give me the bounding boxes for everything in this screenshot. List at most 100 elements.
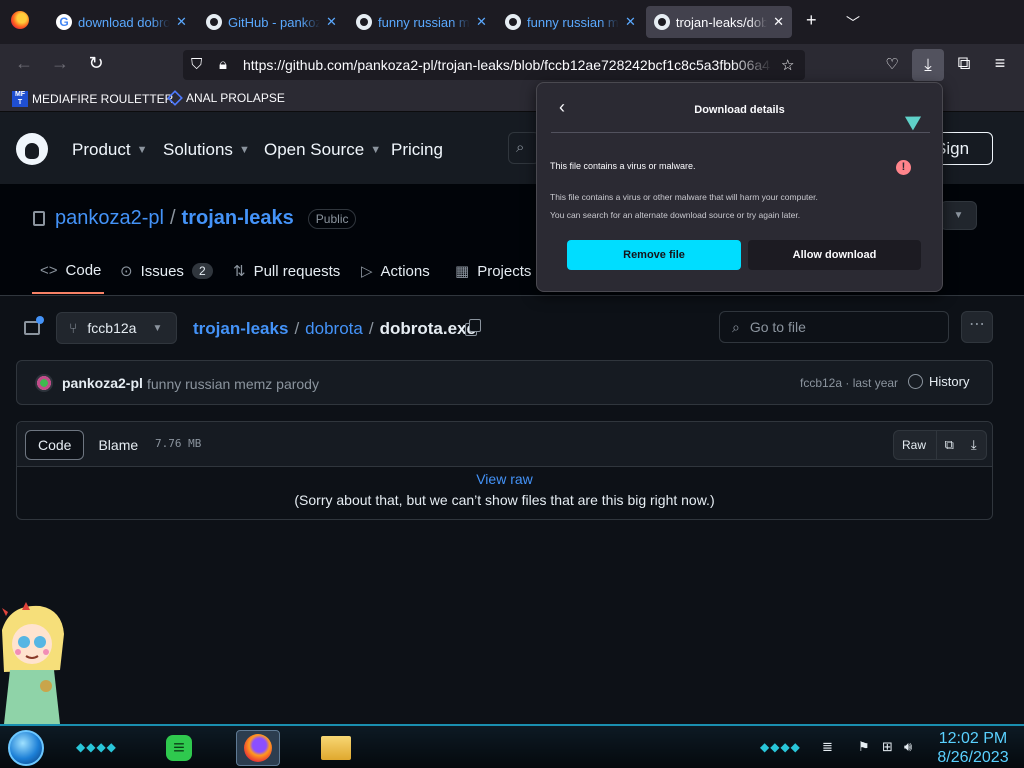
tab-projects[interactable]: ▦ Projects	[455, 262, 531, 281]
nav-open-source[interactable]: Open Source ▼	[264, 140, 381, 160]
more-options-button[interactable]: ⋯	[961, 311, 993, 343]
play-icon: ▷	[361, 263, 373, 280]
copy-icon[interactable]: ⧉	[937, 437, 961, 453]
back-arrow-icon[interactable]: ←	[12, 53, 36, 74]
breadcrumb-repo[interactable]: trojan-leaks	[193, 319, 288, 339]
github-logo-icon[interactable]	[16, 133, 48, 165]
nav-product[interactable]: Product ▼	[72, 140, 147, 160]
close-tab-icon[interactable]: ✕	[773, 14, 784, 30]
tab-download-dobrota[interactable]: G download dobrota ✕	[48, 6, 195, 38]
close-tab-icon[interactable]: ✕	[476, 14, 487, 30]
commit-message[interactable]: funny russian memz parody	[147, 376, 319, 392]
taskbar-notes-app[interactable]	[157, 730, 201, 766]
file-viewer: Code Blame 7.76 MB Raw ⧉ ⤓ View raw (Sor…	[16, 421, 993, 520]
bookmark-anal-prolapse[interactable]: ANAL PROLAPSE	[167, 90, 285, 106]
chevron-down-icon: ▼	[152, 322, 163, 334]
breadcrumb-folder[interactable]: dobrota	[305, 319, 363, 339]
commit-author[interactable]: pankoza2-pl	[62, 375, 143, 391]
repo-action-dropdown[interactable]: ▼	[940, 201, 977, 230]
bookmark-mediafire[interactable]: MF T MEDIAFIRE ROULETTER	[12, 91, 173, 107]
forward-arrow-icon[interactable]: →	[48, 53, 72, 74]
panel-title: Download details	[694, 104, 785, 116]
github-icon	[206, 14, 222, 30]
file-too-big-message: (Sorry about that, but we can’t show fil…	[294, 492, 715, 508]
avatar[interactable]	[35, 374, 53, 392]
reload-icon[interactable]: ↻	[84, 53, 108, 74]
bookmark-star-icon[interactable]: ☆	[781, 56, 794, 74]
menu-icon[interactable]: ≡	[988, 53, 1012, 74]
chevron-down-icon: ▼	[238, 144, 250, 156]
nav-solutions[interactable]: Solutions ▼	[163, 140, 250, 160]
url-text[interactable]: https://github.com/pankoza2-pl/trojan-le…	[243, 57, 773, 73]
description-line: This file contains a virus or other malw…	[550, 192, 818, 202]
downloads-button[interactable]: ⤓	[912, 49, 944, 81]
close-tab-icon[interactable]: ✕	[326, 14, 337, 30]
remove-file-button[interactable]: Remove file	[567, 240, 741, 270]
pocket-icon[interactable]: ♡	[880, 55, 904, 73]
branch-icon: ⑂	[69, 320, 78, 336]
file-size: 7.76 MB	[155, 437, 202, 450]
tab-github-pankoza[interactable]: GitHub - pankoza ✕	[198, 6, 345, 38]
tab-label: Pull requests	[253, 262, 341, 280]
allow-download-button[interactable]: Allow download	[748, 240, 921, 270]
blame-view-button[interactable]: Blame	[84, 430, 152, 460]
chevron-down-icon: ▼	[370, 144, 382, 156]
view-raw-link[interactable]: View raw	[17, 471, 992, 487]
tab-trojan-leaks[interactable]: trojan-leaks/dobrota ✕	[646, 6, 792, 38]
network-icon[interactable]: ⊞	[882, 739, 893, 755]
tab-actions[interactable]: ▷ Actions	[361, 262, 430, 281]
file-viewer-header: Code Blame 7.76 MB Raw ⧉ ⤓	[17, 422, 992, 467]
commit-meta[interactable]: fccb12a · last year	[800, 376, 898, 390]
latest-commit-box: pankoza2-pl funny russian memz parody fc…	[16, 360, 993, 405]
notes-app-icon	[166, 735, 192, 761]
taskbar-firefox[interactable]	[236, 730, 280, 766]
firefox-logo-icon[interactable]	[11, 11, 29, 29]
start-button[interactable]	[8, 730, 44, 766]
close-tab-icon[interactable]: ✕	[176, 14, 187, 30]
sidebar-toggle-icon[interactable]	[24, 316, 44, 335]
malware-warning: This file contains a virus or malware.	[550, 161, 696, 171]
desktop-mascot-icon	[2, 602, 64, 724]
new-tab-button[interactable]: +	[806, 10, 817, 31]
go-to-file-input[interactable]: ⌕ Go to file	[719, 311, 949, 343]
list-tabs-chevron-icon[interactable]: ﹀	[846, 13, 860, 33]
branch-label: fccb12a	[87, 320, 137, 336]
browser-nav-bar: ← → ↻ ⛉ 🔒︎ https://github.com/pankoza2-p…	[0, 44, 1024, 86]
nav-pricing[interactable]: Pricing	[391, 140, 443, 160]
volume-icon[interactable]: 🔊︎	[904, 739, 912, 755]
warning-icon: !	[896, 160, 911, 175]
view-mode-toggle: Code Blame	[25, 430, 152, 460]
nav-label: Open Source	[264, 140, 365, 159]
tab-label: Issues	[140, 262, 184, 280]
copy-path-icon[interactable]	[465, 319, 481, 336]
close-tab-icon[interactable]: ✕	[625, 14, 636, 30]
nav-label: Pricing	[391, 140, 443, 159]
repo-owner-link[interactable]: pankoza2-pl	[55, 207, 164, 230]
action-center-flag-icon[interactable]: ⚑	[858, 739, 870, 755]
breadcrumb: trojan-leaks / dobrota / dobrota.exe	[193, 319, 476, 339]
tab-pull-requests[interactable]: ⇅ Pull requests	[233, 262, 341, 281]
show-hidden-icons-icon[interactable]: ≣	[822, 739, 833, 755]
description-line: You can search for an alternate download…	[550, 210, 801, 220]
branch-selector[interactable]: ⑂ fccb12a ▼	[56, 312, 177, 344]
tab-code[interactable]: <> Code	[40, 262, 101, 279]
tracking-shield-icon[interactable]: ⛉	[191, 56, 202, 73]
extensions-icon[interactable]: ⧉	[952, 53, 976, 74]
table-icon: ▦	[455, 263, 470, 280]
code-view-button[interactable]: Code	[25, 430, 85, 460]
pull-request-icon: ⇅	[233, 263, 246, 280]
lock-icon[interactable]: 🔒︎	[219, 56, 227, 73]
tab-issues[interactable]: ⊙ Issues 2	[120, 262, 213, 280]
history-label: History	[929, 374, 970, 389]
history-button[interactable]: History	[908, 374, 969, 389]
url-bar[interactable]: ⛉ 🔒︎ https://github.com/pankoza2-pl/troj…	[183, 50, 805, 80]
system-clock[interactable]: 12:02 PM 8/26/2023	[924, 729, 1022, 767]
repo-name-link[interactable]: trojan-leaks	[182, 207, 294, 230]
tab-funny-russian-memz-2[interactable]: funny russian memz ✕	[497, 6, 644, 38]
taskbar-file-explorer[interactable]	[314, 730, 358, 766]
tab-funny-russian-memz-1[interactable]: funny russian memz ✕	[348, 6, 495, 38]
download-icon[interactable]: ⤓	[962, 437, 986, 453]
raw-button[interactable]: Raw	[894, 431, 938, 459]
search-icon: ⌕	[732, 318, 740, 335]
active-tab-underline	[32, 292, 104, 294]
